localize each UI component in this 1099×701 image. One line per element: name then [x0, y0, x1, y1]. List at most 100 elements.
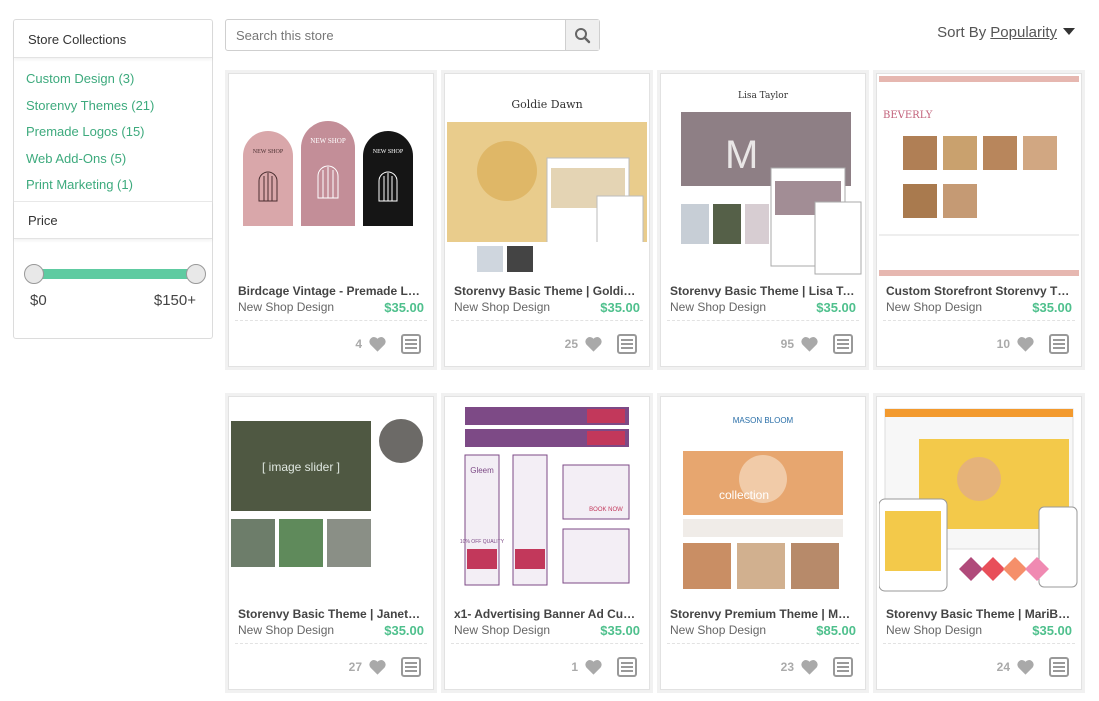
- janet-slider-text: [ image slider ]: [262, 460, 340, 474]
- product-title[interactable]: Storenvy Basic Theme | Janets Jewelry: [238, 607, 424, 621]
- add-to-list-icon[interactable]: [617, 657, 637, 677]
- product-card[interactable]: Lisa Taylor M Storenvy Basic Theme | Lis…: [660, 73, 866, 367]
- collection-link-storenvy-themes[interactable]: Storenvy Themes (21): [26, 93, 212, 120]
- product-thumbnail[interactable]: Gleem BOOK NOW 10% OFF QUALITY: [447, 399, 647, 599]
- price-min-handle[interactable]: [24, 263, 44, 284]
- shop-name[interactable]: New Shop Design: [238, 623, 334, 637]
- like-count: 1: [571, 660, 578, 674]
- shop-name[interactable]: New Shop Design: [886, 623, 982, 637]
- card-divider: [451, 643, 643, 644]
- product-card[interactable]: BEVERLY Custom Storefront Storenvy Theme…: [876, 73, 1082, 367]
- search-input[interactable]: [226, 20, 566, 50]
- product-price: $35.00: [1032, 623, 1072, 638]
- product-price: $35.00: [816, 300, 856, 315]
- price-range-slider[interactable]: [24, 263, 206, 284]
- like-count: 24: [996, 660, 1010, 674]
- shop-name[interactable]: New Shop Design: [670, 623, 766, 637]
- price-range-labels: $0 $150+: [30, 292, 196, 312]
- card-divider: [667, 320, 859, 321]
- card-actions: 4: [355, 334, 421, 354]
- shop-name[interactable]: New Shop Design: [886, 300, 982, 314]
- product-card[interactable]: [ image slider ] Storenvy Basic Theme | …: [228, 396, 434, 690]
- book-now-text: BOOK NOW: [589, 507, 623, 513]
- shop-name[interactable]: New Shop Design: [454, 300, 550, 314]
- card-actions: 27: [349, 657, 421, 677]
- card-actions: 24: [997, 657, 1069, 677]
- product-title[interactable]: x1- Advertising Banner Ad Custom: [454, 607, 640, 621]
- shop-name[interactable]: New Shop Design: [670, 300, 766, 314]
- product-price: $35.00: [600, 300, 640, 315]
- heart-icon[interactable]: [584, 335, 603, 353]
- sort-control[interactable]: Sort By Popularity: [937, 24, 1075, 41]
- product-thumbnail[interactable]: MASON BLOOM collection: [663, 399, 863, 599]
- product-thumbnail[interactable]: [879, 399, 1079, 599]
- store-search: [225, 19, 600, 51]
- svg-text:M: M: [725, 133, 758, 177]
- theme-mockup-image: [879, 399, 1079, 599]
- collection-link-custom-design[interactable]: Custom Design (3): [26, 66, 212, 93]
- card-actions: 10: [997, 334, 1069, 354]
- product-card[interactable]: Goldie Dawn Storenvy Basic Theme | Goldi…: [444, 73, 650, 367]
- heart-icon[interactable]: [800, 335, 819, 353]
- product-card[interactable]: Storenvy Basic Theme | MariBerri New Sho…: [876, 396, 1082, 690]
- add-to-list-icon[interactable]: [1049, 334, 1069, 354]
- add-to-list-icon[interactable]: [401, 334, 421, 354]
- product-card[interactable]: MASON BLOOM collection Storenvy Premium …: [660, 396, 866, 690]
- search-button[interactable]: [565, 20, 599, 50]
- theme-mockup-image: BEVERLY: [879, 76, 1079, 276]
- quality-text: 10% OFF QUALITY: [460, 539, 505, 545]
- add-to-list-icon[interactable]: [833, 334, 853, 354]
- product-price: $35.00: [384, 300, 424, 315]
- add-to-list-icon[interactable]: [617, 334, 637, 354]
- logo3-text: NEW SHOP: [373, 149, 404, 155]
- logo1-text: NEW SHOP: [253, 149, 284, 155]
- collection-link-premade-logos[interactable]: Premade Logos (15): [26, 119, 212, 146]
- heart-icon[interactable]: [584, 658, 603, 676]
- goldie-title-text: Goldie Dawn: [511, 98, 582, 111]
- product-title[interactable]: Birdcage Vintage - Premade Logo: [238, 284, 424, 298]
- heart-icon[interactable]: [800, 658, 819, 676]
- product-thumbnail[interactable]: BEVERLY: [879, 76, 1079, 276]
- price-range-track[interactable]: [36, 268, 194, 279]
- product-title[interactable]: Storenvy Basic Theme | Lisa Taylor: [670, 284, 856, 298]
- product-thumbnail[interactable]: Lisa Taylor M: [663, 76, 863, 276]
- sort-label: Sort By: [937, 24, 987, 41]
- product-title[interactable]: Custom Storefront Storenvy Theme: [886, 284, 1072, 298]
- product-price: $35.00: [600, 623, 640, 638]
- sort-dropdown[interactable]: Popularity: [990, 24, 1057, 41]
- collection-link-print-marketing[interactable]: Print Marketing (1): [26, 172, 212, 199]
- heart-icon[interactable]: [1016, 658, 1035, 676]
- lisa-title-text: Lisa Taylor: [738, 91, 789, 101]
- product-card[interactable]: NEW SHOP NEW SHOP NEW SHOP Birdcage Vint…: [228, 73, 434, 367]
- product-thumbnail[interactable]: NEW SHOP NEW SHOP NEW SHOP: [231, 76, 431, 276]
- add-to-list-icon[interactable]: [1049, 657, 1069, 677]
- product-thumbnail[interactable]: Goldie Dawn: [447, 76, 647, 276]
- beverly-title-text: BEVERLY: [883, 110, 933, 121]
- add-to-list-icon[interactable]: [833, 657, 853, 677]
- collection-link-web-add-ons[interactable]: Web Add-Ons (5): [26, 146, 212, 173]
- heart-icon[interactable]: [1016, 335, 1035, 353]
- product-price: $35.00: [384, 623, 424, 638]
- add-to-list-icon[interactable]: [401, 657, 421, 677]
- collections-list: Custom Design (3) Storenvy Themes (21) P…: [14, 58, 212, 199]
- theme-mockup-image: MASON BLOOM collection: [663, 399, 863, 599]
- chevron-down-icon[interactable]: [1063, 28, 1075, 35]
- heart-icon[interactable]: [368, 335, 387, 353]
- card-actions: 95: [781, 334, 853, 354]
- product-card[interactable]: Gleem BOOK NOW 10% OFF QUALITY x1- Adver…: [444, 396, 650, 690]
- heart-icon[interactable]: [368, 658, 387, 676]
- card-divider: [235, 643, 427, 644]
- product-title[interactable]: Storenvy Basic Theme | Goldie Dawn: [454, 284, 640, 298]
- shop-name[interactable]: New Shop Design: [454, 623, 550, 637]
- shop-name[interactable]: New Shop Design: [238, 300, 334, 314]
- store-sidebar: Store Collections Custom Design (3) Stor…: [13, 19, 213, 339]
- product-title[interactable]: Storenvy Basic Theme | MariBerri: [886, 607, 1072, 621]
- card-actions: 23: [781, 657, 853, 677]
- logo-mockup-image: NEW SHOP NEW SHOP NEW SHOP: [231, 76, 431, 276]
- product-price: $85.00: [816, 623, 856, 638]
- product-title[interactable]: Storenvy Premium Theme | Mason Bloom: [670, 607, 856, 621]
- price-max-handle[interactable]: [186, 263, 206, 284]
- gleem-text: Gleem: [470, 466, 494, 475]
- product-thumbnail[interactable]: [ image slider ]: [231, 399, 431, 599]
- like-count: 27: [348, 660, 362, 674]
